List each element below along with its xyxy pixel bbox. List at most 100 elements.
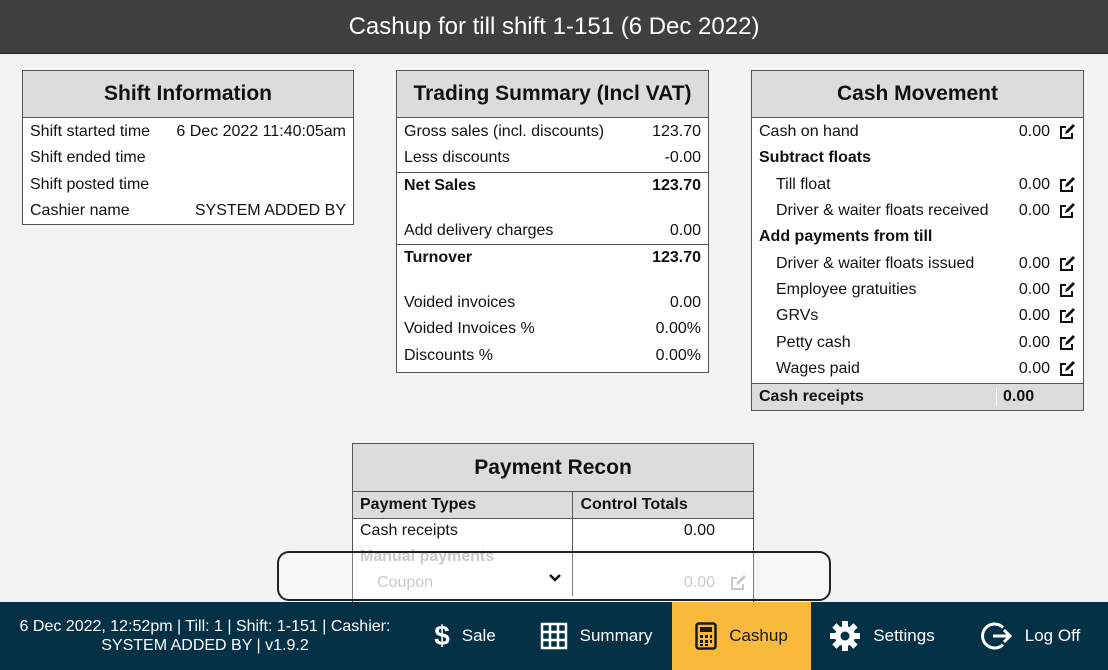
cash-on-hand-value: 0.00 (1018, 123, 1050, 141)
cashup-button[interactable]: Cashup (672, 602, 811, 670)
cashier-name-label: Cashier name (30, 202, 130, 220)
shift-started-label: Shift started time (30, 123, 151, 141)
chevron-down-icon[interactable] (548, 570, 562, 588)
till-float-row: Till float 0.00 (752, 172, 1083, 198)
voided-pct-value: 0.00% (655, 320, 701, 338)
cashier-name-row: Cashier name SYSTEM ADDED BY (23, 198, 353, 224)
cashup-label: Cashup (729, 626, 788, 645)
logout-icon (980, 620, 1013, 652)
edit-driver-floats-issued-icon[interactable] (1050, 255, 1076, 273)
shift-ended-row: Shift ended time (23, 145, 353, 171)
shift-information-title: Shift Information (23, 71, 353, 118)
sale-button[interactable]: $ Sale (410, 602, 520, 670)
wages-paid-row: Wages paid 0.00 (752, 356, 1083, 382)
cash-on-hand-row: Cash on hand 0.00 (752, 119, 1083, 145)
voided-invoices-label: Voided invoices (404, 294, 516, 312)
employee-gratuities-label: Employee gratuities (776, 280, 917, 298)
discounts-pct-row: Discounts % 0.00% (397, 342, 708, 368)
grvs-label: GRVs (776, 307, 819, 325)
delivery-charges-value: 0.00 (669, 221, 701, 239)
subtract-floats-heading: Subtract floats (759, 149, 872, 167)
shift-posted-label: Shift posted time (30, 175, 150, 193)
voided-pct-row: Voided Invoices % 0.00% (397, 316, 708, 342)
less-discounts-label: Less discounts (404, 149, 510, 167)
edit-wages-paid-icon[interactable] (1050, 360, 1076, 378)
cashier-name-value: SYSTEM ADDED BY (194, 202, 346, 220)
gross-sales-value: 123.70 (652, 123, 701, 141)
turnover-value: 123.70 (652, 249, 701, 267)
discounts-pct-value: 0.00% (655, 346, 701, 364)
bottom-nav: 6 Dec 2022, 12:52pm | Till: 1 | Shift: 1… (0, 602, 1108, 670)
gross-sales-label: Gross sales (incl. discounts) (404, 123, 605, 141)
shift-posted-row: Shift posted time (23, 172, 353, 198)
less-discounts-row: Less discounts -0.00 (397, 145, 708, 171)
wages-paid-label: Wages paid (776, 359, 860, 377)
grvs-row: GRVs 0.00 (752, 303, 1083, 329)
summary-label: Summary (579, 626, 653, 645)
employee-gratuities-value: 0.00 (1018, 280, 1050, 298)
voided-invoices-row: Voided invoices 0.00 (397, 290, 708, 316)
dollar-icon: $ (434, 620, 450, 651)
delivery-charges-label: Add delivery charges (404, 221, 554, 239)
log-off-button[interactable]: Log Off (953, 602, 1108, 670)
driver-floats-issued-row: Driver & waiter floats issued 0.00 (752, 250, 1083, 276)
shift-started-value: 6 Dec 2022 11:40:05am (176, 123, 346, 141)
gear-icon (829, 620, 861, 652)
cash-movement-panel: Cash Movement Cash on hand 0.00 Subtract… (751, 70, 1084, 411)
cash-receipts-label: Cash receipts (360, 522, 458, 540)
net-sales-label: Net Sales (404, 177, 477, 195)
driver-floats-received-label: Driver & waiter floats received (776, 202, 989, 220)
till-float-label: Till float (776, 175, 831, 193)
shift-ended-label: Shift ended time (30, 149, 146, 167)
shift-started-row: Shift started time 6 Dec 2022 11:40:05am (23, 119, 353, 145)
wages-paid-value: 0.00 (1018, 359, 1050, 377)
expand-dropdown[interactable] (277, 551, 831, 601)
less-discounts-value: -0.00 (664, 149, 701, 167)
grid-icon (540, 622, 568, 650)
edit-till-float-icon[interactable] (1050, 176, 1076, 194)
edit-employee-gratuities-icon[interactable] (1050, 281, 1076, 299)
settings-label: Settings (873, 626, 935, 645)
cash-receipts-total-label: Cash receipts (759, 387, 864, 405)
edit-driver-floats-received-icon[interactable] (1050, 202, 1076, 220)
discounts-pct-label: Discounts % (404, 346, 493, 364)
driver-floats-issued-value: 0.00 (1018, 254, 1050, 272)
grvs-value: 0.00 (1018, 307, 1050, 325)
petty-cash-value: 0.00 (1018, 333, 1050, 351)
cash-receipts-value: 0.00 (572, 518, 753, 544)
calculator-icon (695, 622, 717, 650)
shift-information-panel: Shift Information Shift started time 6 D… (22, 70, 354, 225)
net-sales-value: 123.70 (652, 177, 701, 195)
add-payments-heading: Add payments from till (759, 228, 933, 246)
net-sales-row: Net Sales 123.70 (397, 173, 708, 200)
sale-label: Sale (461, 626, 496, 645)
trading-summary-title: Trading Summary (Incl VAT) (397, 71, 708, 118)
driver-floats-received-value: 0.00 (1018, 202, 1050, 220)
voided-invoices-value: 0.00 (669, 294, 701, 312)
cash-on-hand-label: Cash on hand (759, 123, 859, 141)
voided-pct-label: Voided Invoices % (404, 320, 535, 338)
turnover-label: Turnover (404, 249, 473, 267)
status-line-1: 6 Dec 2022, 12:52pm | Till: 1 | Shift: 1… (19, 618, 391, 635)
driver-floats-received-row: Driver & waiter floats received 0.00 (752, 198, 1083, 224)
status-line-2: SYSTEM ADDED BY | v1.9.2 (101, 637, 309, 654)
log-off-label: Log Off (1024, 626, 1081, 645)
employee-gratuities-row: Employee gratuities 0.00 (752, 277, 1083, 303)
trading-summary-panel: Trading Summary (Incl VAT) Gross sales (… (396, 70, 709, 373)
edit-cash-on-hand-icon[interactable] (1050, 123, 1076, 141)
petty-cash-row: Petty cash 0.00 (752, 329, 1083, 355)
page-title: Cashup for till shift 1-151 (6 Dec 2022) (0, 0, 1108, 54)
edit-petty-cash-icon[interactable] (1050, 334, 1076, 352)
edit-grvs-icon[interactable] (1050, 307, 1076, 325)
settings-button[interactable]: Settings (811, 602, 953, 670)
cash-receipts-total-row: Cash receipts 0.00 (752, 382, 1083, 410)
cash-movement-title: Cash Movement (752, 71, 1083, 118)
turnover-row: Turnover 123.70 (397, 245, 708, 272)
control-totals-header: Control Totals (572, 492, 753, 519)
till-float-value: 0.00 (1018, 175, 1050, 193)
summary-button[interactable]: Summary (520, 602, 672, 670)
status-bar: 6 Dec 2022, 12:52pm | Till: 1 | Shift: 1… (0, 602, 410, 670)
payment-recon-title: Payment Recon (353, 444, 753, 492)
delivery-charges-row: Add delivery charges 0.00 (397, 218, 708, 244)
petty-cash-label: Petty cash (776, 333, 851, 351)
